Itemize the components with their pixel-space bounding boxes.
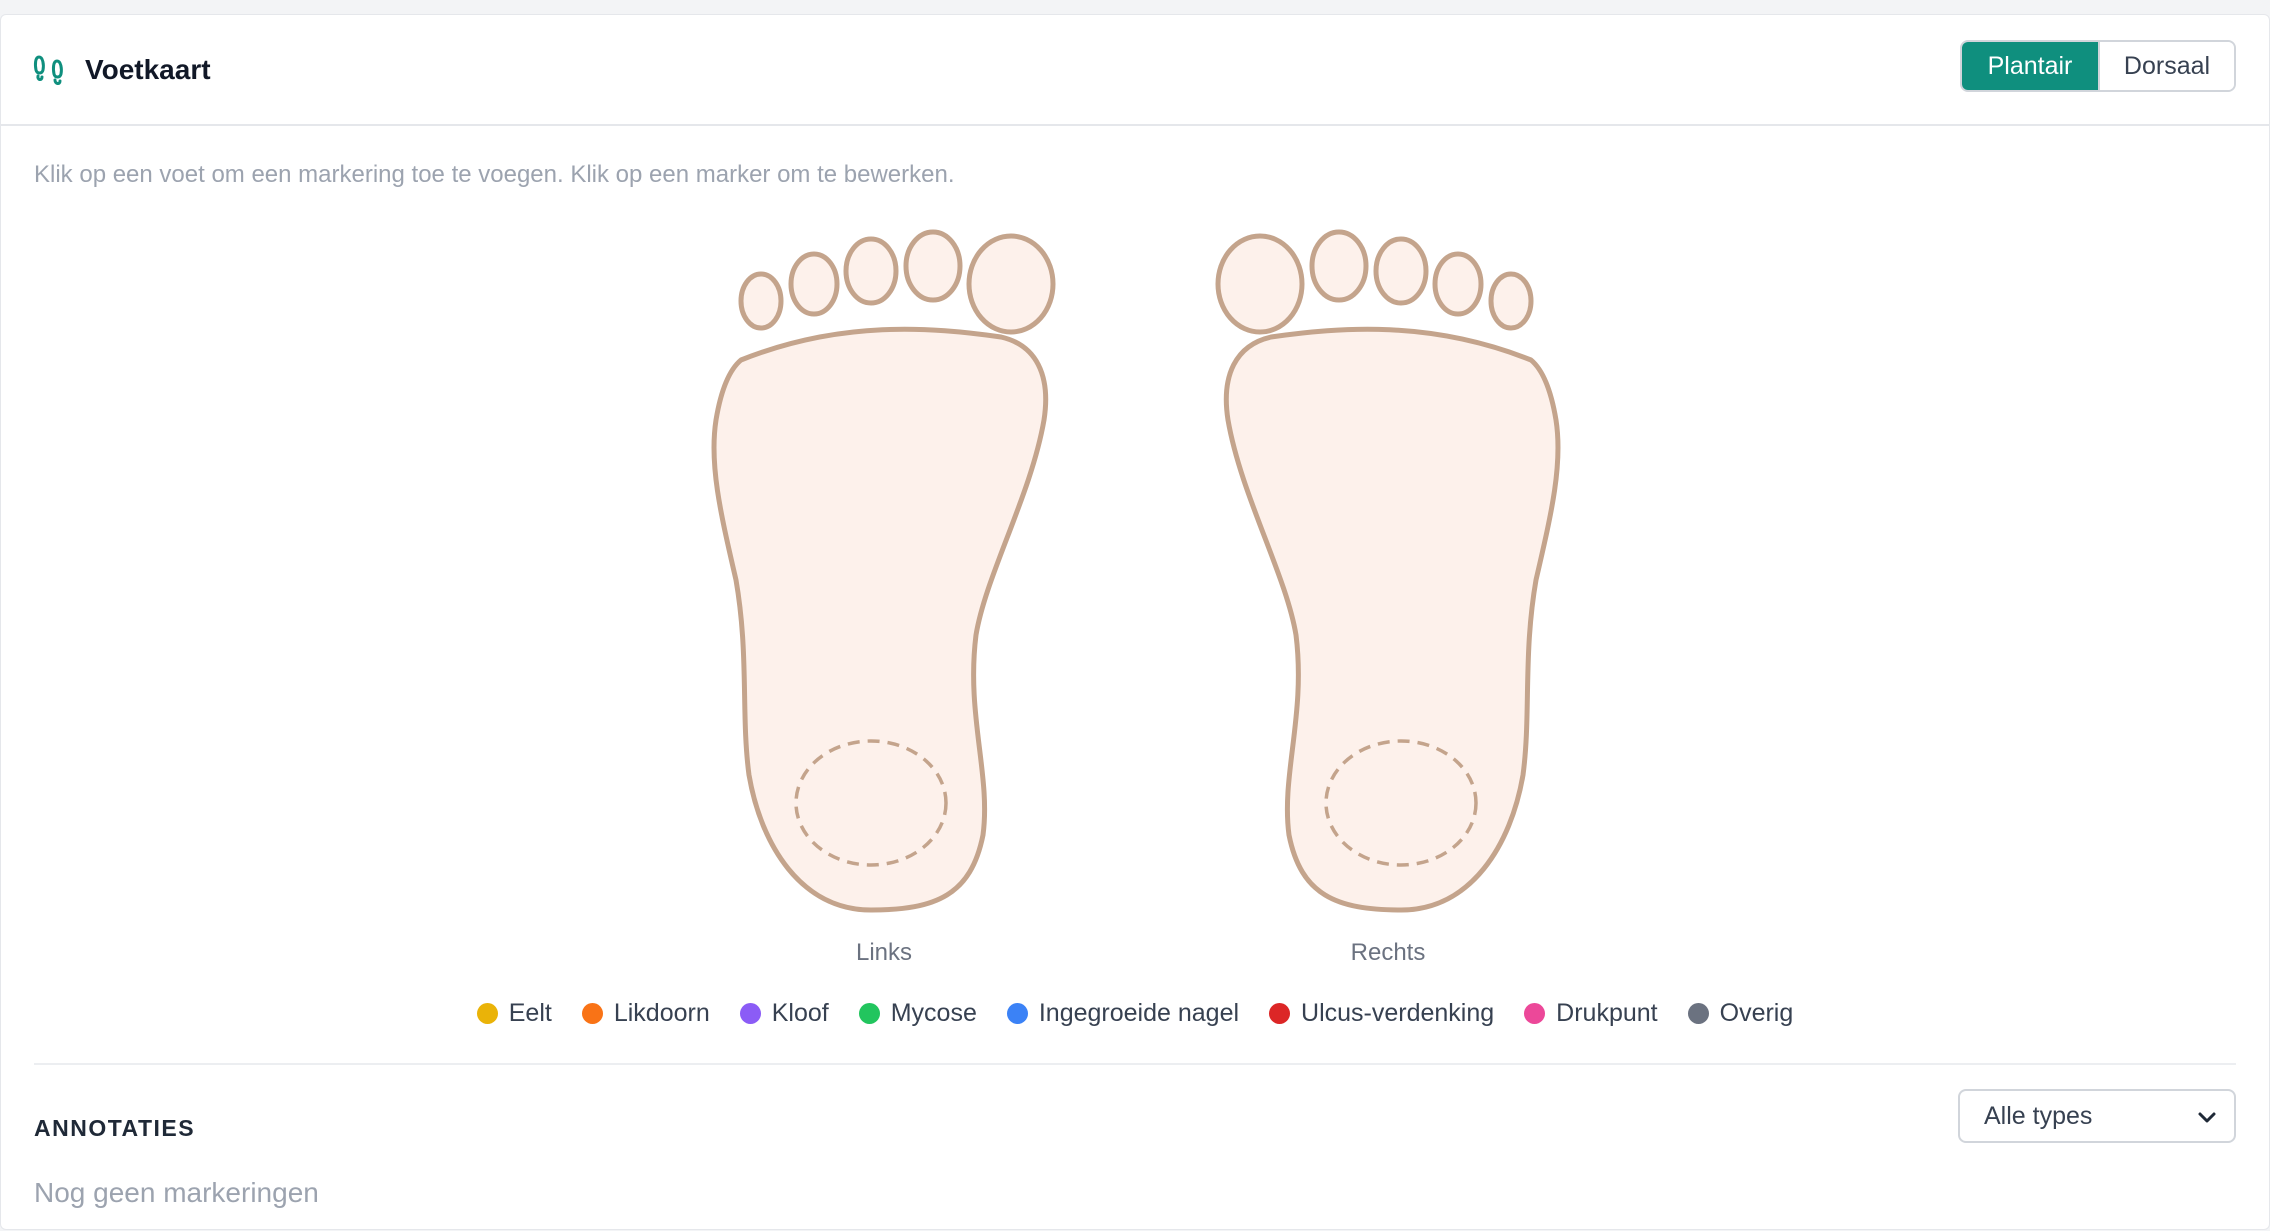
legend: Eelt Likdoorn Kloof Mycose Ingegroeide n… [1,999,2269,1028]
type-filter-value: Alle types [1984,1101,2093,1130]
legend-item-eelt[interactable]: Eelt [476,999,552,1028]
eelt-dot-icon [476,1003,498,1024]
right-foot[interactable] [1215,229,1561,913]
foot-map-card: Voetkaart Plantair Dorsaal Klik op een v… [0,14,2270,1230]
type-filter-select[interactable]: Alle types [1958,1089,2236,1143]
legend-item-drukpunt[interactable]: Drukpunt [1524,999,1658,1028]
right-toe-5[interactable] [1488,271,1534,331]
right-foot-label: Rechts [1350,939,1426,966]
legend-label: Eelt [508,999,552,1027]
legend-item-mycose[interactable]: Mycose [858,999,977,1028]
legend-item-ulcus-verdenking[interactable]: Ulcus-verdenking [1269,999,1494,1028]
legend-label: Kloof [771,999,829,1027]
left-toe-5[interactable] [738,271,784,331]
chevron-down-icon [2198,1112,2216,1123]
legend-item-overig[interactable]: Overig [1687,999,1794,1028]
legend-label: Ulcus-verdenking [1301,999,1495,1027]
ingegroeide-nagel-dot-icon [1006,1003,1028,1024]
legend-label: Likdoorn [613,999,710,1027]
legend-label: Drukpunt [1556,999,1658,1027]
legend-label: Ingegroeide nagel [1038,999,1240,1027]
right-sole[interactable] [1223,326,1561,913]
legend-label: Overig [1719,999,1794,1027]
likdoorn-dot-icon [581,1003,603,1024]
divider [34,1063,2236,1065]
drukpunt-dot-icon [1524,1003,1546,1024]
legend-label: Mycose [890,999,977,1027]
left-toe-3[interactable] [843,236,899,306]
overig-dot-icon [1687,1003,1709,1024]
right-toe-3[interactable] [1373,236,1429,306]
legend-item-ingegroeide-nagel[interactable]: Ingegroeide nagel [1006,999,1240,1028]
left-big-toe[interactable] [966,233,1056,335]
left-foot[interactable] [711,229,1056,913]
right-big-toe[interactable] [1215,233,1305,335]
left-toe-2[interactable] [903,229,963,303]
right-toe-4[interactable] [1432,251,1484,317]
left-sole[interactable] [711,326,1049,913]
mycose-dot-icon [858,1003,880,1024]
ulcus-verdenking-dot-icon [1269,1003,1291,1024]
left-toe-4[interactable] [788,251,840,317]
right-toe-2[interactable] [1309,229,1369,303]
annotations-empty-text: Nog geen markeringen [34,1177,319,1208]
annotations-title: ANNOTATIES [34,1115,196,1141]
legend-item-likdoorn[interactable]: Likdoorn [581,999,710,1028]
legend-item-kloof[interactable]: Kloof [739,999,829,1028]
kloof-dot-icon [739,1003,761,1024]
feet-canvas [711,229,1561,913]
left-foot-label: Links [855,939,913,966]
